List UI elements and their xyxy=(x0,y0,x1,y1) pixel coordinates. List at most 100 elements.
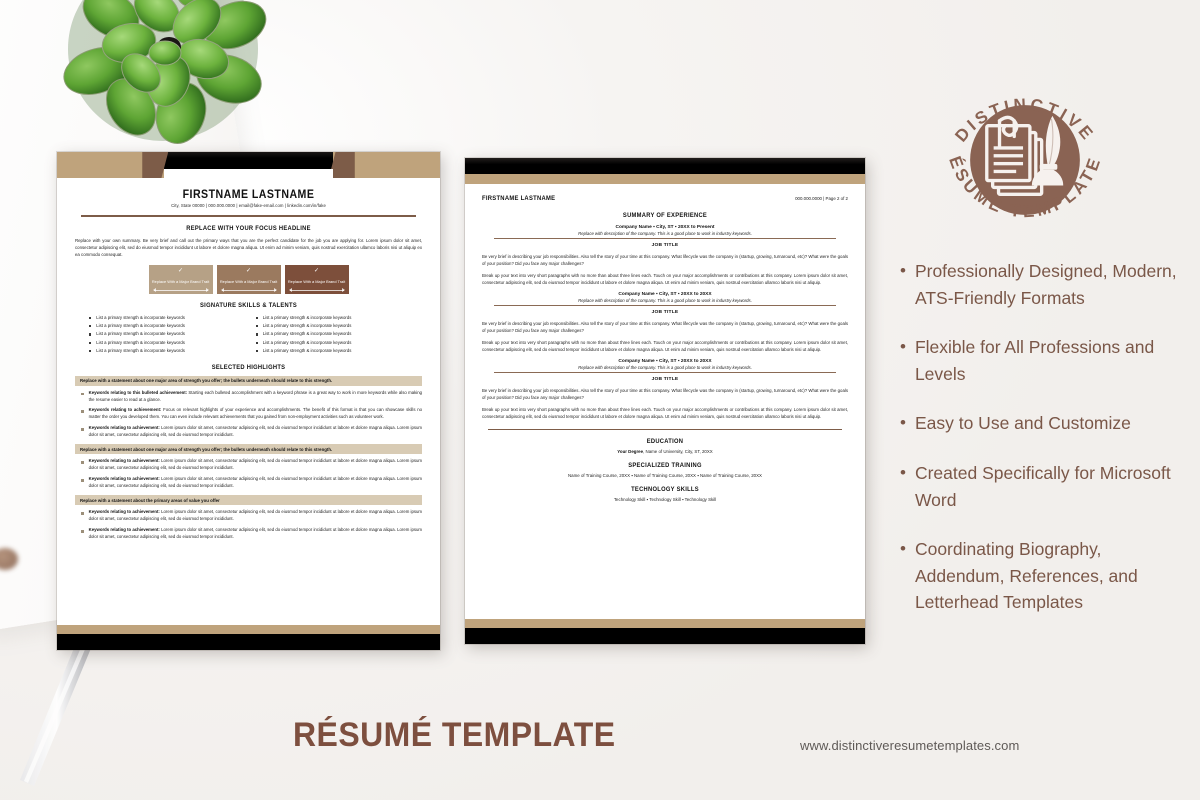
square-bullet-icon xyxy=(81,530,84,533)
skills-column-left: List a primary strength & incorporate ke… xyxy=(89,314,242,356)
list-item: List a primary strength & incorporate ke… xyxy=(255,314,409,322)
square-bullet-icon xyxy=(81,392,84,396)
job-company: Company Name ▪ City, ST ▪ 20XX to 20XX xyxy=(618,358,712,364)
skill-label: List a primary strength & incorporate ke… xyxy=(262,331,352,337)
page2-header-tan-band xyxy=(465,174,865,184)
highlight-bar: Replace with a statement about one major… xyxy=(75,444,422,455)
skills-section-title: SIGNATURE SKILLS & TALENTS xyxy=(200,301,297,309)
skill-label: List a primary strength & incorporate ke… xyxy=(262,314,352,320)
square-bullet-icon xyxy=(81,428,84,431)
list-item: List a primary strength & incorporate ke… xyxy=(255,322,409,330)
list-item: Keywords relating to achievement: Lorem … xyxy=(75,476,422,490)
skills-columns: List a primary strength & incorporate ke… xyxy=(75,314,422,356)
divider-rule xyxy=(488,428,842,431)
list-item: • Easy to Use and Customize xyxy=(900,410,1190,437)
page2-page-info: 000.000.0000 | Page 2 of 2 xyxy=(795,196,848,201)
education-line: Your Degree, Name of University, City, S… xyxy=(482,449,848,454)
square-bullet-icon xyxy=(255,350,258,353)
square-bullet-icon xyxy=(89,316,92,319)
check-icon: ✓ xyxy=(313,267,320,274)
job-paragraph-1: Be very brief in describing your job res… xyxy=(482,387,848,400)
job-company: Company Name ▪ City, ST ▪ 20XX to Presen… xyxy=(615,225,715,230)
education-degree: Your Degree xyxy=(617,449,644,455)
footer-tan-band xyxy=(465,619,865,628)
job-entry: Company Name ▪ City, ST ▪ 20XX to Presen… xyxy=(482,225,848,286)
list-item: • Created Specifically for Microsoft Word xyxy=(900,460,1190,513)
square-bullet-icon xyxy=(81,410,84,414)
check-icon: ✓ xyxy=(245,267,252,274)
bullet-icon: • xyxy=(900,413,906,433)
brand-trait-label: Replace With a Major Brand Trait xyxy=(219,279,278,285)
skill-label: List a primary strength & incorporate ke… xyxy=(96,339,185,345)
list-item: Keywords relating to achievement: Lorem … xyxy=(75,509,422,523)
page2-header-black-band xyxy=(465,158,865,174)
footer-black-band xyxy=(57,634,440,650)
highlight-bar: Replace with a statement about one major… xyxy=(75,375,422,386)
highlight-lead: Keywords relating to this bulleted achie… xyxy=(88,389,188,395)
arrow-icon xyxy=(288,288,345,293)
list-item: Keywords relating to this bulleted achie… xyxy=(75,390,422,404)
technology-section-title: TECHNOLOGY SKILLS xyxy=(631,486,699,494)
resume-contact-line: City, State 00000 | 000.000.0000 | email… xyxy=(171,203,326,208)
feature-label: Created Specifically for Microsoft Word xyxy=(914,462,1171,510)
brand-trait-box[interactable]: ✓ Replace With a Major Brand Trait xyxy=(216,264,281,294)
square-bullet-icon xyxy=(89,325,92,328)
job-company-description: Replace with description of the company.… xyxy=(578,231,752,236)
page2-footer-band xyxy=(465,619,865,644)
highlight-lead: Keywords relating to achievement: xyxy=(88,425,160,431)
list-item: • Coordinating Biography, Addendum, Refer… xyxy=(900,536,1190,616)
brand-trait-label: Replace With a Major Brand Trait xyxy=(151,279,210,285)
feature-label: Coordinating Biography, Addendum, Refere… xyxy=(914,539,1138,613)
highlight-group: Replace with a statement about the prima… xyxy=(75,495,422,541)
square-bullet-icon xyxy=(89,341,92,345)
skills-column-right: List a primary strength & incorporate ke… xyxy=(255,314,409,356)
list-item: Keywords relating to achievement: Lorem … xyxy=(75,425,422,439)
page2-header-row: FIRSTNAME LASTNAME 000.000.0000 | Page 2… xyxy=(482,195,848,202)
square-bullet-icon xyxy=(81,512,84,515)
page1-footer-band xyxy=(57,625,440,650)
resume-page-2[interactable]: FIRSTNAME LASTNAME 000.000.0000 | Page 2… xyxy=(465,158,865,644)
technology-line: Technology Skill ▪ Technology Skill ▪ Te… xyxy=(613,497,717,503)
footer-tan-band xyxy=(57,625,440,634)
skill-label: List a primary strength & incorporate ke… xyxy=(96,323,185,329)
bullet-icon: • xyxy=(900,337,906,357)
highlight-group: Replace with a statement about one major… xyxy=(75,375,422,440)
brand-trait-label: Replace With a Major Brand Trait xyxy=(287,279,346,285)
square-bullet-icon xyxy=(81,479,84,482)
job-paragraph-1: Be very brief in describing your job res… xyxy=(482,253,848,266)
training-line: Name of Training Course, 20XX ▪ Name of … xyxy=(568,473,762,479)
list-item: List a primary strength & incorporate ke… xyxy=(255,347,409,355)
list-item: Keywords relating to achievement: Lorem … xyxy=(75,458,422,472)
education-section-title: EDUCATION xyxy=(646,438,684,446)
skill-label: List a primary strength & incorporate ke… xyxy=(96,331,185,337)
list-item: List a primary strength & incorporate ke… xyxy=(89,322,242,330)
skill-label: List a primary strength & incorporate ke… xyxy=(262,323,352,329)
square-bullet-icon xyxy=(89,350,92,353)
list-item: List a primary strength & incorporate ke… xyxy=(89,330,242,338)
job-company-description: Replace with description of the company.… xyxy=(578,364,752,370)
highlight-lead: Keywords relating to achievement: xyxy=(88,458,160,464)
highlights-section-title: SELECTED HIGHLIGHTS xyxy=(211,363,286,371)
highlight-group: Replace with a statement about one major… xyxy=(75,444,422,490)
summary-paragraph: Replace with your own summary. Be very b… xyxy=(75,237,422,257)
square-bullet-icon xyxy=(255,333,258,336)
brand-trait-box[interactable]: ✓ Replace With a Major Brand Trait xyxy=(284,264,349,294)
brand-trait-box[interactable]: ✓ Replace With a Major Brand Trait xyxy=(148,264,213,294)
divider-rule xyxy=(494,371,836,373)
page2-name: FIRSTNAME LASTNAME xyxy=(482,195,556,202)
distinctive-resume-templates-logo: DISTINCTIVE RÉSUMÉ TEMPLATES xyxy=(927,62,1102,221)
website-url: www.distinctiveresumetemplates.com xyxy=(800,738,1020,753)
bullet-icon: • xyxy=(900,539,906,559)
skill-label: List a primary strength & incorporate ke… xyxy=(262,339,352,345)
resume-page-1[interactable]: FIRSTNAME LASTNAME City, State 00000 | 0… xyxy=(57,152,440,650)
check-icon: ✓ xyxy=(177,267,184,274)
skill-label: List a primary strength & incorporate ke… xyxy=(262,348,352,354)
list-item: List a primary strength & incorporate ke… xyxy=(255,339,409,347)
header-white-notch xyxy=(164,169,333,178)
square-bullet-icon xyxy=(255,316,258,319)
list-item: • Professionally Designed, Modern, ATS-Fr… xyxy=(900,258,1190,311)
arrow-icon xyxy=(152,288,209,293)
square-bullet-icon xyxy=(81,461,84,464)
list-item: List a primary strength & incorporate ke… xyxy=(255,330,409,338)
list-item: Keywords relating to achievement: Focus … xyxy=(75,407,422,421)
